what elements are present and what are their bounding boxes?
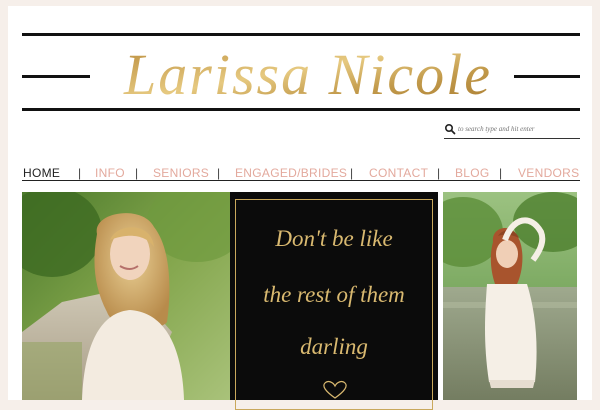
site-logo[interactable]: Larissa Nicole xyxy=(98,36,518,116)
nav-separator: | xyxy=(350,166,354,180)
nav-separator: | xyxy=(217,166,221,180)
quote-line-3: darling xyxy=(300,334,368,359)
nav-separator: | xyxy=(499,166,503,180)
search-bar[interactable] xyxy=(444,120,580,139)
nav-item-engaged-brides[interactable]: ENGAGED/BRIDES xyxy=(235,166,347,180)
nav-separator: | xyxy=(437,166,441,180)
heart-outline-icon xyxy=(323,380,347,399)
senior-portrait-photo[interactable] xyxy=(22,192,230,400)
nav-item-vendors[interactable]: VENDORS xyxy=(518,166,579,180)
search-icon[interactable] xyxy=(444,123,456,135)
nav-item-blog[interactable]: BLOG xyxy=(455,166,490,180)
page: Larissa Nicole HOME | INFO | SENIORS | E… xyxy=(8,6,592,410)
quote-line-2: the rest of them xyxy=(263,282,405,307)
nav-item-seniors[interactable]: SENIORS xyxy=(153,166,209,180)
quote-card[interactable]: Don't be like the rest of them darling xyxy=(230,192,438,410)
nav-item-info[interactable]: INFO xyxy=(95,166,125,180)
logo-text: Larissa Nicole xyxy=(123,42,492,107)
lace-dress-photo[interactable] xyxy=(443,192,577,400)
nav-separator: | xyxy=(78,166,82,180)
main-nav: HOME | INFO | SENIORS | ENGAGED/BRIDES |… xyxy=(22,160,580,181)
nav-separator: | xyxy=(135,166,139,180)
quote-line-1: Don't be like xyxy=(275,226,393,251)
nav-item-home[interactable]: HOME xyxy=(23,166,60,180)
header-right-rule xyxy=(514,75,580,78)
header-left-rule xyxy=(22,75,90,78)
search-input[interactable] xyxy=(458,121,576,137)
nav-item-contact[interactable]: CONTACT xyxy=(369,166,428,180)
